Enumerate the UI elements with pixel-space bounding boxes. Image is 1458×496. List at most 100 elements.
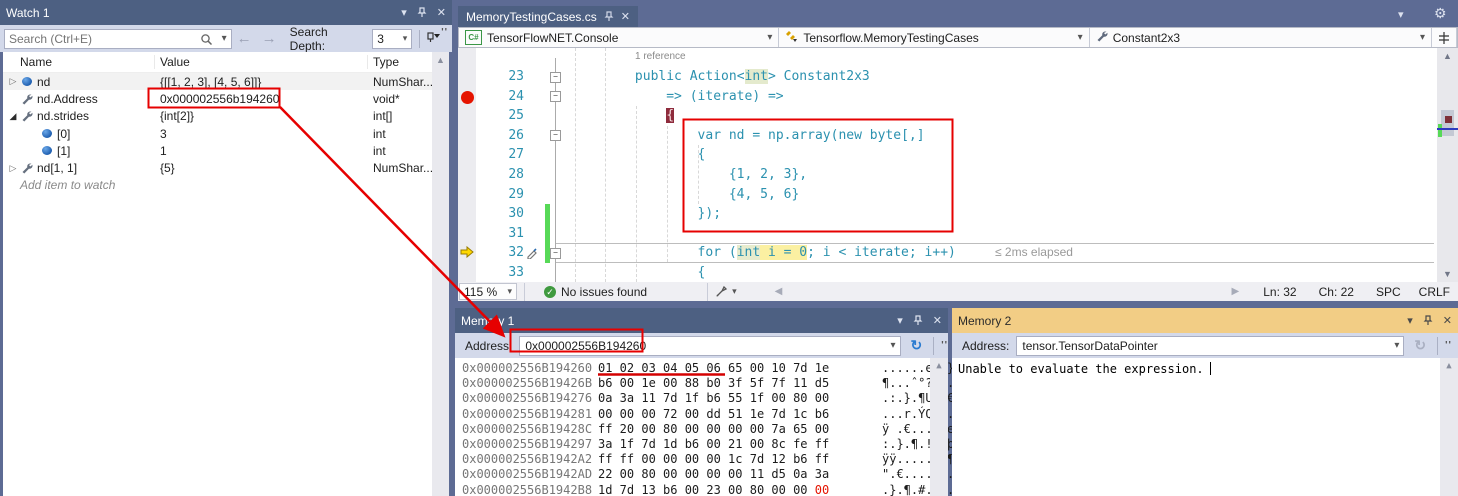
watch-row[interactable]: ◢nd.strides{int[2]}int[] bbox=[3, 108, 449, 125]
split-window-button[interactable] bbox=[1432, 28, 1457, 47]
expander-icon[interactable]: ▷ bbox=[7, 76, 19, 87]
watch-value[interactable]: {5} bbox=[155, 161, 368, 175]
search-input[interactable] bbox=[5, 30, 193, 48]
vs-debugger-screen: Watch 1 ▾ ✕ ▾ ← → Search Depth: 3 ▾ '' bbox=[0, 0, 1458, 496]
memory-row: 0x000002556B1942AD22 00 80 00 00 00 00 1… bbox=[455, 467, 930, 482]
scrollbar-thumb[interactable] bbox=[1441, 110, 1454, 136]
scroll-up-icon[interactable]: ▲ bbox=[930, 361, 948, 371]
memory1-address-input[interactable]: 0x000002556B194260 ▾ bbox=[519, 336, 900, 356]
hscroll-left-icon[interactable]: ◀ bbox=[775, 286, 783, 297]
refresh-icon[interactable]: ↻ bbox=[911, 337, 923, 354]
memory-row: 0x000002556B1942760a 3a 11 7d 1f b6 55 1… bbox=[455, 391, 930, 406]
pin-icon[interactable] bbox=[913, 315, 923, 326]
property-wrench-icon bbox=[19, 110, 35, 122]
watch-row[interactable]: ▷nd{[[1, 2, 3], [4, 5, 6]]}NumShar... bbox=[3, 73, 449, 90]
scroll-up-icon[interactable]: ▲ bbox=[1440, 361, 1458, 371]
codelens-references[interactable]: 1 reference bbox=[635, 51, 686, 62]
memory2-view[interactable]: Unable to evaluate the expression. ▲ bbox=[952, 358, 1458, 496]
back-arrow-icon[interactable]: ← bbox=[237, 30, 252, 47]
code-line[interactable]: 28 {1, 2, 3}, bbox=[458, 165, 1437, 185]
watch-value[interactable]: 1 bbox=[155, 144, 368, 158]
tab-pin-icon[interactable] bbox=[604, 11, 614, 22]
settings-gear-icon[interactable]: ⚙ bbox=[1434, 5, 1447, 22]
scroll-up-icon[interactable]: ▲ bbox=[1437, 51, 1458, 61]
breakpoint-icon[interactable] bbox=[461, 91, 474, 104]
close-icon[interactable]: ✕ bbox=[933, 314, 942, 327]
close-icon[interactable]: ✕ bbox=[1443, 314, 1452, 327]
column-indicator: Ch: 22 bbox=[1319, 285, 1354, 299]
chevron-down-icon: ▾ bbox=[1394, 340, 1399, 351]
toolbar-overflow-icon[interactable]: '' bbox=[441, 27, 448, 38]
watch-search[interactable]: ▾ bbox=[4, 29, 232, 49]
watch-value[interactable]: {[[1, 2, 3], [4, 5, 6]]} bbox=[155, 75, 368, 89]
memory2-scrollbar[interactable]: ▲ bbox=[1440, 358, 1458, 496]
watch-value[interactable]: 3 bbox=[155, 127, 368, 141]
editor-group-chevron-icon[interactable]: ▾ bbox=[1398, 8, 1404, 21]
add-watch-row[interactable]: Add item to watch bbox=[3, 177, 449, 194]
property-wrench-icon bbox=[19, 93, 35, 105]
type-dropdown[interactable]: Tensorflow.MemoryTestingCases ▾ bbox=[779, 28, 1089, 47]
expander-icon[interactable]: ▷ bbox=[7, 163, 19, 174]
code-line[interactable]: 25 { bbox=[458, 106, 1437, 126]
scroll-down-icon[interactable]: ▼ bbox=[1437, 269, 1458, 279]
watch-value[interactable]: {int[2]} bbox=[155, 109, 368, 123]
code-line[interactable]: 30 }); bbox=[458, 204, 1437, 224]
toolbar-overflow-icon[interactable]: '' bbox=[941, 340, 948, 351]
search-icon[interactable] bbox=[200, 33, 213, 46]
expander-icon[interactable]: ◢ bbox=[7, 111, 19, 122]
fold-collapse-icon[interactable]: − bbox=[550, 248, 561, 259]
window-position-icon[interactable]: ▾ bbox=[897, 314, 903, 327]
tab-close-icon[interactable]: ✕ bbox=[621, 10, 630, 23]
forward-arrow-icon[interactable]: → bbox=[262, 30, 277, 47]
zoom-dropdown[interactable]: 115 % ▾ bbox=[459, 283, 517, 300]
format-specifier-icon[interactable] bbox=[427, 31, 441, 47]
code-line[interactable]: 27 { bbox=[458, 145, 1437, 165]
code-line[interactable]: 23− public Action<int> Constant2x3 bbox=[458, 67, 1437, 87]
code-cleanup-icon[interactable]: ▾ bbox=[715, 285, 737, 298]
column-header-name[interactable]: Name bbox=[3, 55, 155, 69]
eol-indicator[interactable]: CRLF bbox=[1419, 285, 1450, 299]
watch-scrollbar[interactable]: ▲ bbox=[432, 52, 449, 496]
code-line[interactable]: 24− => (iterate) => bbox=[458, 87, 1437, 107]
memory-address: 0x000002556B194276 bbox=[462, 391, 592, 406]
scroll-up-icon[interactable]: ▲ bbox=[432, 55, 449, 65]
project-dropdown[interactable]: C# TensorFlowNET.Console ▾ bbox=[459, 28, 779, 47]
window-position-icon[interactable]: ▾ bbox=[401, 6, 407, 19]
watch-row[interactable]: [0]3int bbox=[3, 125, 449, 142]
fold-collapse-icon[interactable]: − bbox=[550, 72, 561, 83]
watch-row[interactable]: ▷nd[1, 1]{5}NumShar... bbox=[3, 159, 449, 176]
hscroll-right-icon[interactable]: ▶ bbox=[1232, 286, 1240, 297]
fold-collapse-icon[interactable]: − bbox=[550, 130, 561, 141]
code-line[interactable]: 33 { bbox=[458, 263, 1437, 282]
search-options-chevron-icon[interactable]: ▾ bbox=[222, 33, 227, 44]
code-line[interactable]: 31 bbox=[458, 224, 1437, 244]
search-depth-dropdown[interactable]: 3 ▾ bbox=[372, 29, 412, 49]
pin-icon[interactable] bbox=[1423, 315, 1433, 326]
watch-row[interactable]: [1]1int bbox=[3, 142, 449, 159]
memory-row: 0x000002556B19426Bb6 00 1e 00 88 b0 3f 5… bbox=[455, 376, 930, 391]
window-position-icon[interactable]: ▾ bbox=[1407, 314, 1413, 327]
code-line[interactable]: 29 {4, 5, 6} bbox=[458, 185, 1437, 205]
memory1-scrollbar[interactable]: ▲ bbox=[930, 358, 948, 496]
watch-value[interactable]: 0x000002556b194260 bbox=[155, 92, 368, 106]
code-line[interactable]: 26− var nd = np.array(new byte[,] bbox=[458, 126, 1437, 146]
member-dropdown[interactable]: Constant2x3 ▾ bbox=[1090, 28, 1432, 47]
memory2-address-input[interactable]: tensor.TensorDataPointer ▾ bbox=[1016, 336, 1404, 356]
editor-vertical-scrollbar[interactable]: ▲ ▼ bbox=[1437, 48, 1458, 282]
close-icon[interactable]: ✕ bbox=[437, 6, 446, 19]
fold-collapse-icon[interactable]: − bbox=[550, 91, 561, 102]
property-wrench-icon bbox=[1096, 30, 1108, 45]
toolbar-overflow-icon[interactable]: '' bbox=[1445, 340, 1452, 351]
memory-row: 0x000002556B1942973a 1f 7d 1d b6 00 21 0… bbox=[455, 437, 930, 452]
pin-icon[interactable] bbox=[417, 7, 427, 18]
code-editor[interactable]: 1 reference 23− public Action<int> Const… bbox=[458, 48, 1437, 282]
watch-row[interactable]: nd.Address0x000002556b194260void* bbox=[3, 90, 449, 107]
memory-bytes: 3a 1f 7d 1d b6 00 21 00 8c fe ff bbox=[598, 437, 829, 452]
issues-status[interactable]: ✓ No issues found bbox=[544, 285, 647, 299]
editor-tab[interactable]: MemoryTestingCases.cs ✕ bbox=[458, 6, 638, 27]
code-line[interactable]: ≤ 2ms elapsed32− for (int i = 0; i < ite… bbox=[458, 243, 1437, 263]
chevron-down-icon: ▾ bbox=[1078, 32, 1083, 43]
space-mode-indicator[interactable]: SPC bbox=[1376, 285, 1401, 299]
column-header-value[interactable]: Value bbox=[155, 55, 368, 69]
memory1-hex-view[interactable]: 0x000002556B19426001 02 03 04 05 06 65 0… bbox=[455, 358, 948, 496]
